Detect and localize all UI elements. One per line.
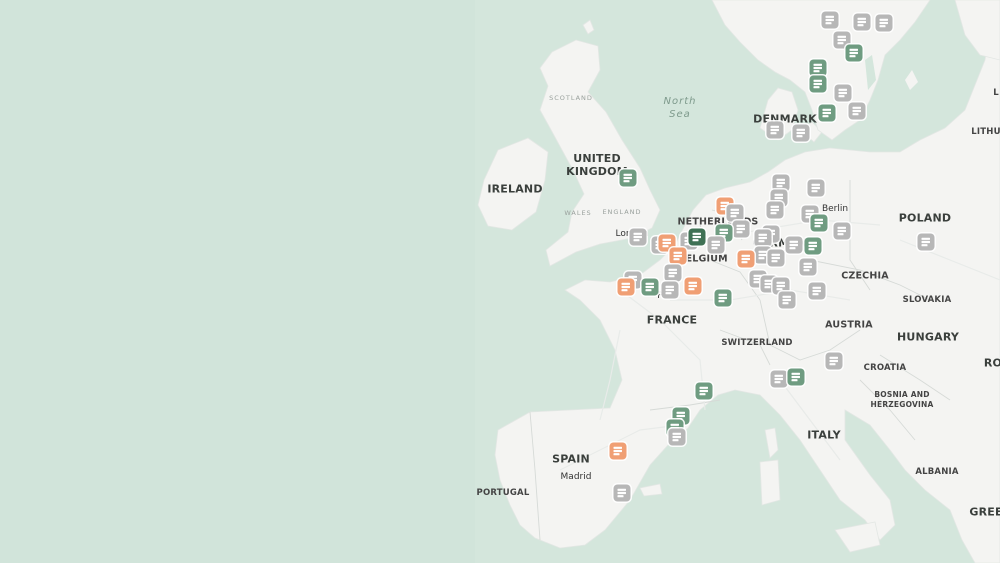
charging-station-marker-gray[interactable] (785, 236, 803, 254)
charging-station-marker-gray[interactable] (833, 222, 851, 240)
charging-station-marker-gray[interactable] (825, 352, 843, 370)
charging-station-marker-orange[interactable] (669, 247, 687, 265)
charging-station-icon (789, 240, 798, 250)
charging-station-icon (791, 372, 800, 382)
charging-station-icon (645, 282, 654, 292)
charging-station-icon (849, 48, 858, 58)
charging-station-icon (771, 253, 780, 263)
charging-station-marker-gray[interactable] (799, 258, 817, 276)
charging-station-marker-green[interactable] (695, 382, 713, 400)
charging-station-marker-green[interactable] (818, 104, 836, 122)
charging-station-marker-orange[interactable] (609, 442, 627, 460)
charging-station-icon (812, 286, 821, 296)
charging-station-icon (774, 374, 783, 384)
charging-station-icon (813, 79, 822, 89)
charging-station-icon (736, 224, 745, 234)
charging-station-icon (879, 18, 888, 28)
charging-station-icon (808, 241, 817, 251)
charging-station-marker-gray[interactable] (848, 102, 866, 120)
charging-station-icon (730, 208, 739, 218)
charging-station-marker-gray[interactable] (808, 282, 826, 300)
charging-station-marker-green[interactable] (810, 214, 828, 232)
charging-station-icon (776, 281, 785, 291)
charging-station-marker-gray[interactable] (917, 233, 935, 251)
charging-station-icon (665, 285, 674, 295)
charging-station-icon (758, 233, 767, 243)
charging-station-marker-gray[interactable] (766, 121, 784, 139)
charging-station-marker-gray[interactable] (629, 228, 647, 246)
map-canvas[interactable]: IRELAND UNITED KINGDOM SCOTLAND WALES EN… (0, 0, 1000, 563)
charging-station-icon (837, 35, 846, 45)
charging-station-icon (838, 88, 847, 98)
charging-station-marker-gray[interactable] (778, 291, 796, 309)
charging-station-marker-orange[interactable] (737, 250, 755, 268)
charging-station-icon (770, 205, 779, 215)
charging-station-marker-green[interactable] (619, 169, 637, 187)
charging-station-marker-gray[interactable] (732, 220, 750, 238)
charging-station-icon (852, 106, 861, 116)
charging-station-icon (829, 356, 838, 366)
charging-station-marker-gray[interactable] (792, 124, 810, 142)
charging-station-icon (699, 386, 708, 396)
charging-station-icon (617, 488, 626, 498)
charging-station-marker-orange[interactable] (617, 278, 635, 296)
charging-station-marker-gray[interactable] (726, 204, 744, 222)
charging-station-icon (796, 128, 805, 138)
charging-station-marker-gray[interactable] (664, 264, 682, 282)
charging-station-icon (741, 254, 750, 264)
charging-station-marker-gray[interactable] (613, 484, 631, 502)
charging-station-marker-dark[interactable] (688, 228, 706, 246)
charging-station-marker-gray[interactable] (770, 370, 788, 388)
charging-station-icon (803, 262, 812, 272)
charging-station-marker-gray[interactable] (853, 13, 871, 31)
charging-station-icon (822, 108, 831, 118)
charging-station-marker-gray[interactable] (766, 201, 784, 219)
charging-station-icon (711, 240, 720, 250)
charging-station-marker-gray[interactable] (668, 428, 686, 446)
charging-station-icon (782, 295, 791, 305)
charging-station-icon (837, 226, 846, 236)
charging-station-marker-green[interactable] (641, 278, 659, 296)
charging-station-icon (692, 232, 701, 242)
charging-station-icon (662, 238, 671, 248)
charging-station-icon (668, 268, 677, 278)
charging-station-marker-green[interactable] (809, 75, 827, 93)
charging-station-icon (613, 446, 622, 456)
charging-station-marker-gray[interactable] (707, 236, 725, 254)
charging-station-icon (621, 282, 630, 292)
charging-station-icon (813, 63, 822, 73)
charging-station-marker-green[interactable] (804, 237, 822, 255)
charging-station-icon (811, 183, 820, 193)
charging-station-marker-gray[interactable] (807, 179, 825, 197)
charging-station-icon (623, 173, 632, 183)
charging-station-icon (633, 232, 642, 242)
charging-station-marker-gray[interactable] (821, 11, 839, 29)
charging-station-marker-green[interactable] (787, 368, 805, 386)
charging-station-icon (921, 237, 930, 247)
charging-station-marker-green[interactable] (845, 44, 863, 62)
charging-station-marker-gray[interactable] (875, 14, 893, 32)
charging-station-marker-green[interactable] (714, 289, 732, 307)
charging-station-icon (673, 251, 682, 261)
charging-station-icon (825, 15, 834, 25)
charging-station-icon (718, 293, 727, 303)
charging-station-marker-gray[interactable] (754, 229, 772, 247)
charging-station-marker-gray[interactable] (661, 281, 679, 299)
charging-station-icon (857, 17, 866, 27)
charging-station-marker-gray[interactable] (767, 249, 785, 267)
charging-station-marker-green[interactable] (809, 59, 827, 77)
charging-station-marker-gray[interactable] (834, 84, 852, 102)
charging-station-icon (814, 218, 823, 228)
charging-station-icon (770, 125, 779, 135)
charging-station-marker-orange[interactable] (684, 277, 702, 295)
charging-station-icon (672, 432, 681, 442)
charging-station-icon (688, 281, 697, 291)
charging-station-icon (776, 178, 785, 188)
